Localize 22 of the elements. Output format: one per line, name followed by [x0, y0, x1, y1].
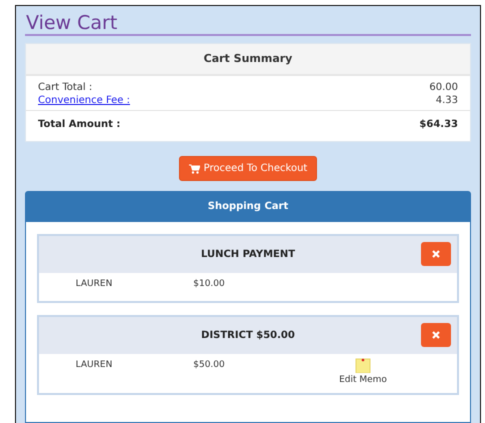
- close-icon: [432, 331, 440, 339]
- note-icon: [355, 358, 371, 373]
- student-name: LAUREN: [76, 279, 112, 291]
- line-value: 60.00: [429, 82, 458, 93]
- close-icon: [432, 250, 440, 258]
- remove-button[interactable]: [421, 323, 451, 347]
- remove-button[interactable]: [421, 242, 451, 266]
- panel-heading: Shopping Cart: [26, 192, 470, 222]
- edit-memo-button[interactable]: Edit Memo: [339, 358, 387, 385]
- line-label: Cart Total :: [38, 82, 92, 93]
- student-name: LAUREN: [76, 360, 112, 372]
- cart-icon: [188, 164, 200, 174]
- item-amount: $10.00: [193, 279, 225, 291]
- item-amount: $50.00: [193, 360, 225, 372]
- total-label: Total Amount :: [38, 119, 120, 130]
- total-value: $64.33: [419, 119, 458, 130]
- item-name: DISTRICT $50.00: [201, 330, 295, 340]
- fee-link[interactable]: Convenience Fee :: [38, 95, 130, 106]
- item-name: LUNCH PAYMENT: [200, 248, 296, 260]
- page-title: View Cart: [25, 12, 471, 36]
- line-value: 4.33: [436, 95, 458, 106]
- card-heading: Cart Summary: [26, 44, 470, 76]
